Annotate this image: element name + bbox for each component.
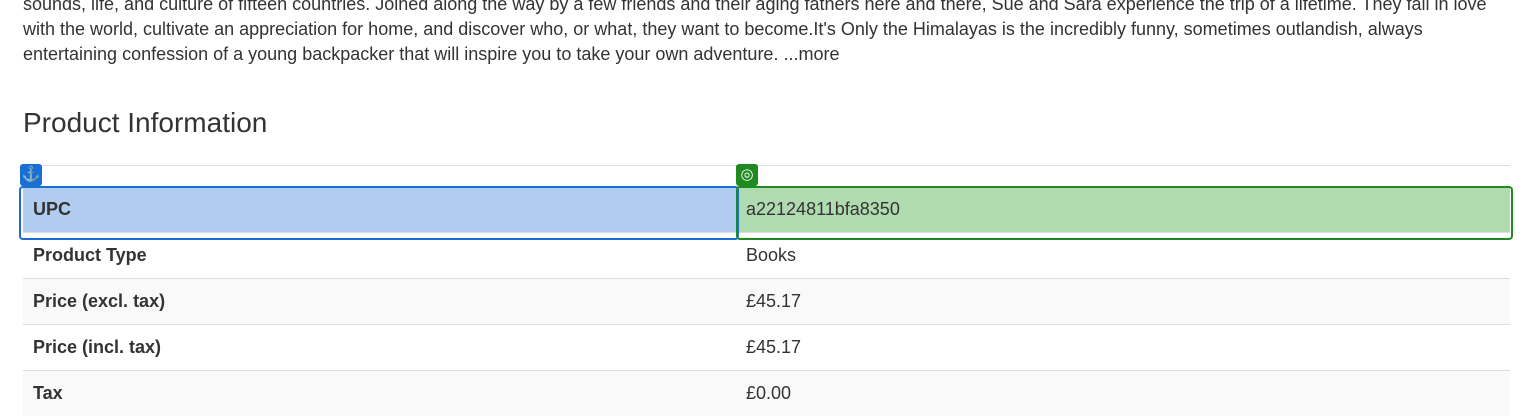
table-spacer-row — [23, 166, 1510, 187]
table-row-value: a22124811bfa8350 — [736, 187, 1510, 233]
book-description-text: sounds, life, and culture of fifteen cou… — [23, 0, 1487, 64]
table-row-upc: UPC a22124811bfa8350 — [23, 187, 1510, 233]
anchor-icon: ⚓ — [20, 164, 42, 186]
product-information-table: UPC a22124811bfa8350 Product Type Books … — [23, 165, 1510, 416]
table-row-price-excl-tax: Price (excl. tax) £45.17 — [23, 279, 1510, 325]
table-row-label: UPC — [23, 187, 736, 233]
table-row-tax: Tax £0.00 — [23, 371, 1510, 416]
product-information-heading: Product Information — [23, 106, 267, 140]
table-row-label: Price (excl. tax) — [23, 279, 736, 325]
book-description: sounds, life, and culture of fifteen cou… — [23, 0, 1513, 67]
table-row-value: £0.00 — [736, 371, 1510, 416]
table-row-value: £45.17 — [736, 279, 1510, 325]
table-row-value: £45.17 — [736, 325, 1510, 371]
table-row-label: Price (incl. tax) — [23, 325, 736, 371]
table-row-product-type: Product Type Books — [23, 233, 1510, 279]
read-more-link[interactable]: ...more — [783, 44, 839, 64]
table-row-label: Tax — [23, 371, 736, 416]
table-row-price-incl-tax: Price (incl. tax) £45.17 — [23, 325, 1510, 371]
table-row-value: Books — [736, 233, 1510, 279]
table-row-label: Product Type — [23, 233, 736, 279]
target-icon: ◎ — [736, 164, 758, 186]
